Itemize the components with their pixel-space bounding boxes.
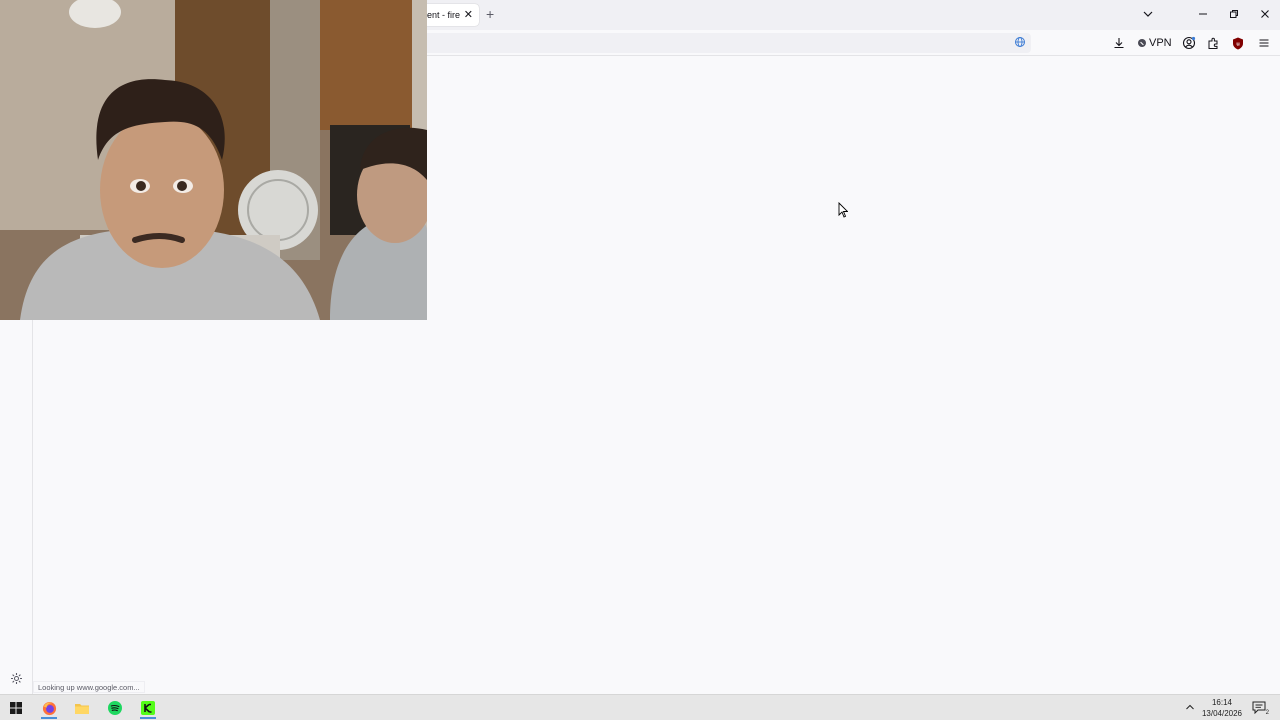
webcam-overlay bbox=[0, 0, 427, 320]
clock-time: 16:14 bbox=[1211, 698, 1233, 707]
chevron-down-icon[interactable] bbox=[1141, 7, 1155, 21]
clock-date: 13/04/2026 bbox=[1201, 709, 1243, 718]
close-icon bbox=[1261, 10, 1269, 18]
windows-logo-icon bbox=[10, 702, 22, 714]
start-button[interactable] bbox=[5, 698, 27, 718]
minimize-icon bbox=[1199, 13, 1207, 15]
vpn-button[interactable]: VPN bbox=[1138, 35, 1172, 51]
account-icon bbox=[1182, 36, 1196, 50]
taskbar-streaming-app[interactable] bbox=[137, 698, 159, 719]
firefox-icon bbox=[42, 701, 56, 715]
chevron-up-icon[interactable] bbox=[1184, 701, 1196, 713]
notification-count-badge: 2 bbox=[1265, 710, 1269, 717]
restore-icon bbox=[1230, 10, 1238, 18]
tab-close-icon[interactable]: ✕ bbox=[464, 8, 473, 22]
folder-icon bbox=[75, 704, 89, 714]
vpn-label: VPN bbox=[1149, 37, 1172, 49]
ublock-extension-button[interactable]: u bbox=[1230, 35, 1246, 51]
translate-globe-icon[interactable] bbox=[1014, 36, 1026, 48]
gear-icon[interactable] bbox=[10, 672, 23, 685]
system-clock[interactable]: 16:14 13/04/2026 bbox=[1197, 697, 1247, 719]
new-tab-button[interactable]: + bbox=[486, 6, 494, 22]
taskbar: 16:14 13/04/2026 2 bbox=[0, 694, 1280, 720]
status-panel: Looking up www.google.com... bbox=[33, 681, 145, 693]
downloads-button[interactable] bbox=[1111, 35, 1127, 51]
address-bar[interactable] bbox=[421, 33, 1031, 53]
minimize-button[interactable] bbox=[1196, 6, 1210, 22]
streaming-app-icon bbox=[141, 701, 155, 715]
hamburger-menu-icon bbox=[1259, 39, 1269, 47]
app-menu-button[interactable] bbox=[1256, 35, 1272, 51]
taskbar-spotify[interactable] bbox=[104, 698, 126, 718]
tab-title: ent - fire bbox=[427, 10, 461, 20]
account-button[interactable] bbox=[1181, 35, 1197, 51]
vpn-status-icon bbox=[1138, 39, 1146, 47]
puzzle-icon bbox=[1208, 37, 1217, 49]
taskbar-file-explorer[interactable] bbox=[71, 698, 93, 718]
webcam-video-feed bbox=[0, 0, 427, 320]
mouse-cursor-icon bbox=[838, 202, 848, 218]
restore-button[interactable] bbox=[1227, 6, 1241, 22]
close-window-button[interactable] bbox=[1258, 6, 1272, 22]
extensions-button[interactable] bbox=[1205, 35, 1221, 51]
shield-icon: u bbox=[1233, 37, 1243, 49]
svg-text:u: u bbox=[1236, 41, 1239, 47]
download-icon bbox=[1114, 38, 1124, 49]
sidebar-divider bbox=[32, 320, 33, 694]
notification-icon bbox=[1252, 701, 1266, 714]
spotify-icon bbox=[108, 701, 122, 715]
notification-center-button[interactable]: 2 bbox=[1250, 699, 1270, 717]
taskbar-firefox[interactable] bbox=[38, 698, 60, 719]
browser-tab[interactable]: ent - fire ✕ bbox=[421, 4, 479, 26]
